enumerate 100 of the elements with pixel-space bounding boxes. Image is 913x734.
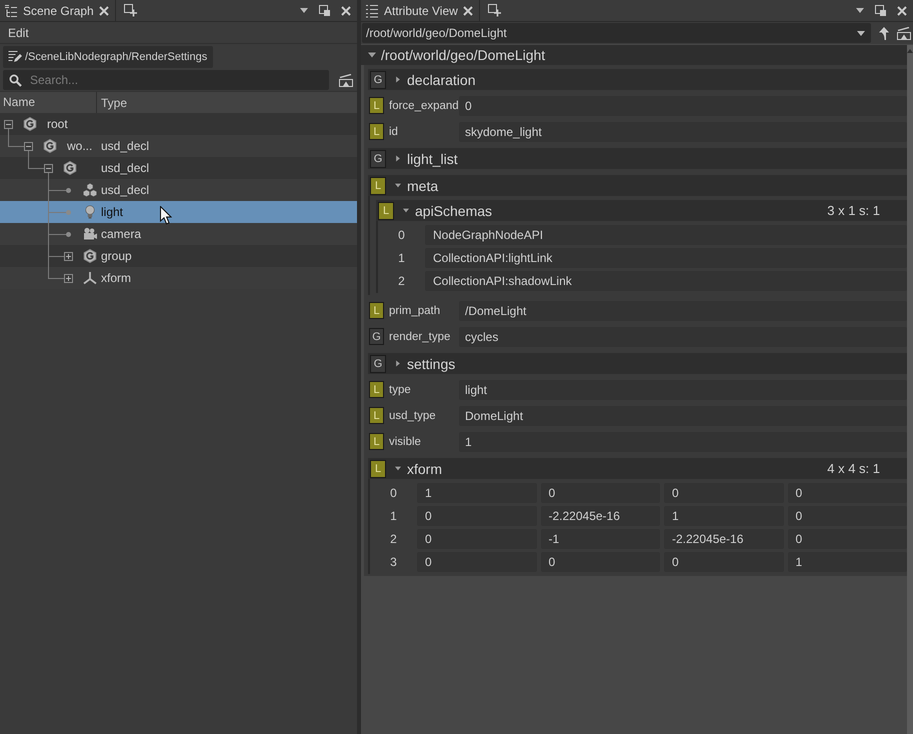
tray-icon[interactable] <box>339 74 353 86</box>
array-value-field[interactable]: -2.22045e-16 <box>540 506 660 526</box>
dropdown-caret-icon[interactable] <box>300 8 308 13</box>
array-value-field[interactable]: CollectionAPI:shadowLink <box>425 271 907 291</box>
close-icon[interactable] <box>98 6 109 16</box>
array-value-field[interactable]: -2.22045e-16 <box>664 529 784 549</box>
attribute-name: render_type <box>388 330 452 342</box>
close-icon[interactable] <box>462 6 473 16</box>
node-type: xform <box>100 271 131 285</box>
path-combo-box[interactable]: /root/world/geo/DomeLight <box>362 23 871 43</box>
tree-expander-icon[interactable] <box>24 142 33 150</box>
scope-badge: G <box>370 354 386 372</box>
array-value-field[interactable]: 0 <box>664 552 784 572</box>
group-header[interactable]: L apiSchemas 3 x 1 s: 1 <box>376 200 907 221</box>
panel-tab[interactable]: Scene Graph <box>0 0 116 21</box>
scope-badge: L <box>369 381 384 398</box>
disclosure-triangle-icon[interactable] <box>403 207 409 214</box>
array-value-field[interactable]: 1 <box>788 552 907 572</box>
float-window-icon[interactable] <box>319 5 330 16</box>
node-name: root <box>47 117 68 131</box>
array-value-field[interactable]: 0 <box>540 552 660 572</box>
disclosure-triangle-icon[interactable] <box>395 155 401 162</box>
array-index: 0 <box>397 228 406 242</box>
tree-expander-icon[interactable] <box>44 164 53 172</box>
disclosure-triangle-icon[interactable] <box>395 76 401 83</box>
tree-row[interactable]: usd_decl <box>0 157 357 179</box>
tree-expander-icon[interactable] <box>64 274 73 282</box>
node-type: usd_decl <box>100 161 150 175</box>
location-button[interactable]: /SceneLibNodegraph/RenderSettings <box>3 46 214 68</box>
array-value-field[interactable]: 0 <box>664 483 784 503</box>
scope-badge: L <box>370 176 386 194</box>
array-value-field[interactable]: 0 <box>788 483 907 503</box>
close-icon[interactable] <box>897 6 907 16</box>
attribute-value-field[interactable]: DomeLight <box>459 406 907 426</box>
axes-icon <box>83 271 97 285</box>
attribute-name: force_expand <box>388 100 459 112</box>
attribute-value-field[interactable]: 0 <box>459 96 907 116</box>
disclosure-triangle-icon[interactable] <box>395 182 401 189</box>
movie-camera-icon <box>83 227 97 241</box>
tree-row[interactable]: root <box>0 113 357 135</box>
group-header[interactable]: L xform 4 x 4 s: 1 <box>368 458 907 479</box>
hexagon-g-icon <box>63 161 77 175</box>
column-header[interactable]: Type <box>97 96 128 110</box>
edit-document-icon <box>8 50 22 63</box>
array-value-field[interactable]: 0 <box>788 529 907 549</box>
tree-row[interactable]: light <box>0 201 357 223</box>
menu-item[interactable]: Edit <box>8 26 29 40</box>
group-header[interactable]: G light_list <box>368 148 907 169</box>
array-value-field[interactable]: 0 <box>417 529 536 549</box>
array-value-field[interactable]: 0 <box>788 506 907 526</box>
location-path: /root/world/geo/DomeLight <box>381 47 546 63</box>
attribute-name: usd_type <box>388 410 437 422</box>
caret-icon[interactable] <box>857 30 865 36</box>
array-value-field[interactable]: NodeGraphNodeAPI <box>425 225 907 245</box>
group-header[interactable]: G declaration <box>368 69 907 90</box>
attribute-name: id <box>388 126 399 138</box>
array-value-field[interactable]: 0 <box>417 506 536 526</box>
tree-expander-icon[interactable] <box>4 120 13 128</box>
attribute-value-field[interactable]: cycles <box>459 326 907 346</box>
attribute-name: type <box>388 384 412 396</box>
close-icon[interactable] <box>341 6 351 16</box>
hexagon-g-icon <box>23 117 37 131</box>
node-type: usd_decl <box>100 139 150 153</box>
tree-row[interactable]: group <box>0 245 357 267</box>
scope-badge: L <box>378 202 394 220</box>
group-header[interactable]: L meta <box>368 175 907 196</box>
attribute-value-field[interactable]: light <box>459 380 907 400</box>
dropdown-caret-icon[interactable] <box>856 8 864 13</box>
scope-badge: L <box>370 460 386 478</box>
scrollbar[interactable] <box>907 45 913 734</box>
array-value-field[interactable]: 1 <box>664 506 784 526</box>
tree-list-icon <box>4 4 18 18</box>
add-tab-icon[interactable] <box>124 4 137 17</box>
search-field[interactable]: Search... <box>3 70 329 90</box>
location-header[interactable]: /root/world/geo/DomeLight <box>361 45 907 65</box>
search-icon <box>9 74 22 86</box>
tree-expander-icon[interactable] <box>64 252 73 260</box>
attribute-name: prim_path <box>388 304 442 316</box>
up-arrow-icon[interactable] <box>879 26 889 40</box>
array-value-field[interactable]: 0 <box>540 483 660 503</box>
array-value-field[interactable]: CollectionAPI:lightLink <box>425 248 907 268</box>
add-tab-icon[interactable] <box>488 4 501 17</box>
tray-icon[interactable] <box>897 26 911 40</box>
disclosure-triangle-icon[interactable] <box>368 51 376 59</box>
hexagon-g-icon <box>43 139 57 153</box>
attribute-value-field[interactable]: /DomeLight <box>459 300 907 320</box>
disclosure-triangle-icon[interactable] <box>395 465 401 472</box>
array-index: 2 <box>397 274 406 288</box>
tree-dot-icon <box>66 210 71 214</box>
float-window-icon[interactable] <box>875 5 886 16</box>
array-value-field[interactable]: 0 <box>417 552 536 572</box>
attribute-name: visible <box>388 436 422 448</box>
group-header[interactable]: G settings <box>368 353 907 374</box>
disclosure-triangle-icon[interactable] <box>395 360 401 367</box>
attribute-value-field[interactable]: skydome_light <box>459 122 907 142</box>
array-value-field[interactable]: -1 <box>540 529 660 549</box>
scope-badge: L <box>369 123 384 140</box>
array-value-field[interactable]: 1 <box>417 483 536 503</box>
group-name: xform <box>407 460 442 476</box>
attribute-value-field[interactable]: 1 <box>459 432 907 452</box>
